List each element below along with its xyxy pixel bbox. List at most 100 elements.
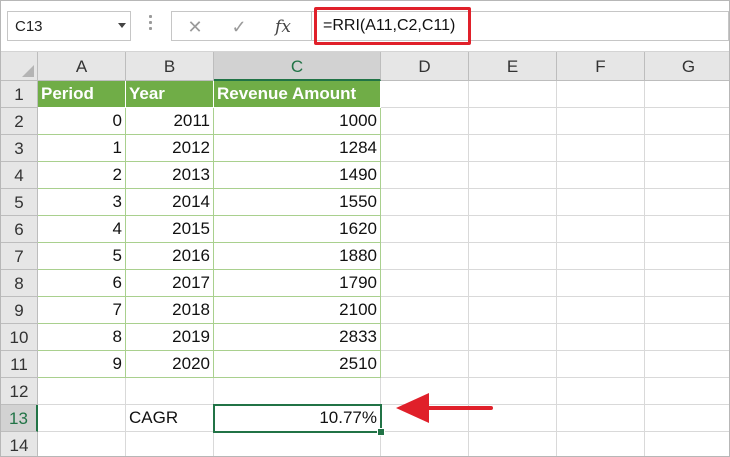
cell-b6[interactable]: 2015 [126, 216, 214, 243]
table-header-period[interactable]: Period [38, 81, 126, 108]
cagr-result-cell[interactable]: 10.77% [214, 405, 381, 432]
column-header-c[interactable]: C [214, 52, 381, 81]
table-header-revenue-amount[interactable]: Revenue Amount [214, 81, 381, 108]
row-header-9[interactable]: 9 [1, 297, 38, 324]
row-header-6[interactable]: 6 [1, 216, 38, 243]
row-header-10[interactable]: 10 [1, 324, 38, 351]
cell-b4[interactable]: 2013 [126, 162, 214, 189]
formula-bar-splitter[interactable] [149, 15, 153, 37]
table-header-year[interactable]: Year [126, 81, 214, 108]
cell-a9[interactable]: 7 [38, 297, 126, 324]
cell-c8[interactable]: 1790 [214, 270, 381, 297]
cell-c10[interactable]: 2833 [214, 324, 381, 351]
cell-a11[interactable]: 9 [38, 351, 126, 378]
row-header-8[interactable]: 8 [1, 270, 38, 297]
cell-c12[interactable] [214, 378, 381, 405]
cell-e6[interactable] [469, 216, 557, 243]
cell-e3[interactable] [469, 135, 557, 162]
cagr-label-cell[interactable]: CAGR [126, 405, 214, 432]
cell-b10[interactable]: 2019 [126, 324, 214, 351]
row-header-13[interactable]: 13 [1, 405, 38, 432]
cell-d7[interactable] [381, 243, 469, 270]
insert-function-icon[interactable]: fx [268, 14, 298, 40]
cell-b5[interactable]: 2014 [126, 189, 214, 216]
cell-a14[interactable] [38, 432, 126, 456]
cell-g5[interactable] [645, 189, 729, 216]
cell-e7[interactable] [469, 243, 557, 270]
cell-d6[interactable] [381, 216, 469, 243]
cell-f12[interactable] [557, 378, 645, 405]
cell-g8[interactable] [645, 270, 729, 297]
name-box-dropdown-icon[interactable] [118, 23, 126, 28]
cell-d3[interactable] [381, 135, 469, 162]
fill-handle[interactable] [377, 428, 385, 436]
cell-e14[interactable] [469, 432, 557, 456]
cell-f5[interactable] [557, 189, 645, 216]
cell-e4[interactable] [469, 162, 557, 189]
cell-a12[interactable] [38, 378, 126, 405]
column-header-d[interactable]: D [381, 52, 469, 81]
cell-a3[interactable]: 1 [38, 135, 126, 162]
cell-e2[interactable] [469, 108, 557, 135]
name-box[interactable]: C13 [7, 11, 131, 41]
cell-a13[interactable] [38, 405, 126, 432]
cell-c2[interactable]: 1000 [214, 108, 381, 135]
cancel-icon[interactable]: ✕ [180, 14, 210, 40]
cell-d5[interactable] [381, 189, 469, 216]
cell-g7[interactable] [645, 243, 729, 270]
cell-e10[interactable] [469, 324, 557, 351]
cell-f1[interactable] [557, 81, 645, 108]
cell-b8[interactable]: 2017 [126, 270, 214, 297]
cell-d1[interactable] [381, 81, 469, 108]
row-header-2[interactable]: 2 [1, 108, 38, 135]
row-header-11[interactable]: 11 [1, 351, 38, 378]
column-header-a[interactable]: A [38, 52, 126, 81]
cell-e1[interactable] [469, 81, 557, 108]
cell-a7[interactable]: 5 [38, 243, 126, 270]
cell-a4[interactable]: 2 [38, 162, 126, 189]
cell-g4[interactable] [645, 162, 729, 189]
select-all-button[interactable] [1, 52, 38, 81]
cell-b11[interactable]: 2020 [126, 351, 214, 378]
cell-f14[interactable] [557, 432, 645, 456]
cell-g1[interactable] [645, 81, 729, 108]
enter-icon[interactable]: ✓ [224, 14, 254, 40]
column-header-e[interactable]: E [469, 52, 557, 81]
cell-c9[interactable]: 2100 [214, 297, 381, 324]
cell-b9[interactable]: 2018 [126, 297, 214, 324]
cell-a5[interactable]: 3 [38, 189, 126, 216]
cell-g12[interactable] [645, 378, 729, 405]
cell-f11[interactable] [557, 351, 645, 378]
cell-f8[interactable] [557, 270, 645, 297]
row-header-3[interactable]: 3 [1, 135, 38, 162]
cell-d2[interactable] [381, 108, 469, 135]
cell-b2[interactable]: 2011 [126, 108, 214, 135]
cell-c3[interactable]: 1284 [214, 135, 381, 162]
cell-f4[interactable] [557, 162, 645, 189]
cell-e8[interactable] [469, 270, 557, 297]
cell-g3[interactable] [645, 135, 729, 162]
cell-c6[interactable]: 1620 [214, 216, 381, 243]
row-header-14[interactable]: 14 [1, 432, 38, 456]
cell-d10[interactable] [381, 324, 469, 351]
row-header-7[interactable]: 7 [1, 243, 38, 270]
cell-g14[interactable] [645, 432, 729, 456]
cell-e5[interactable] [469, 189, 557, 216]
cell-b14[interactable] [126, 432, 214, 456]
cell-b12[interactable] [126, 378, 214, 405]
cell-g10[interactable] [645, 324, 729, 351]
cell-g9[interactable] [645, 297, 729, 324]
cell-d4[interactable] [381, 162, 469, 189]
cell-f10[interactable] [557, 324, 645, 351]
column-header-g[interactable]: G [645, 52, 729, 81]
cell-c5[interactable]: 1550 [214, 189, 381, 216]
cell-c11[interactable]: 2510 [214, 351, 381, 378]
cell-a10[interactable]: 8 [38, 324, 126, 351]
cell-f9[interactable] [557, 297, 645, 324]
cell-a2[interactable]: 0 [38, 108, 126, 135]
row-header-5[interactable]: 5 [1, 189, 38, 216]
cell-g6[interactable] [645, 216, 729, 243]
column-header-f[interactable]: F [557, 52, 645, 81]
cell-c4[interactable]: 1490 [214, 162, 381, 189]
cell-d11[interactable] [381, 351, 469, 378]
